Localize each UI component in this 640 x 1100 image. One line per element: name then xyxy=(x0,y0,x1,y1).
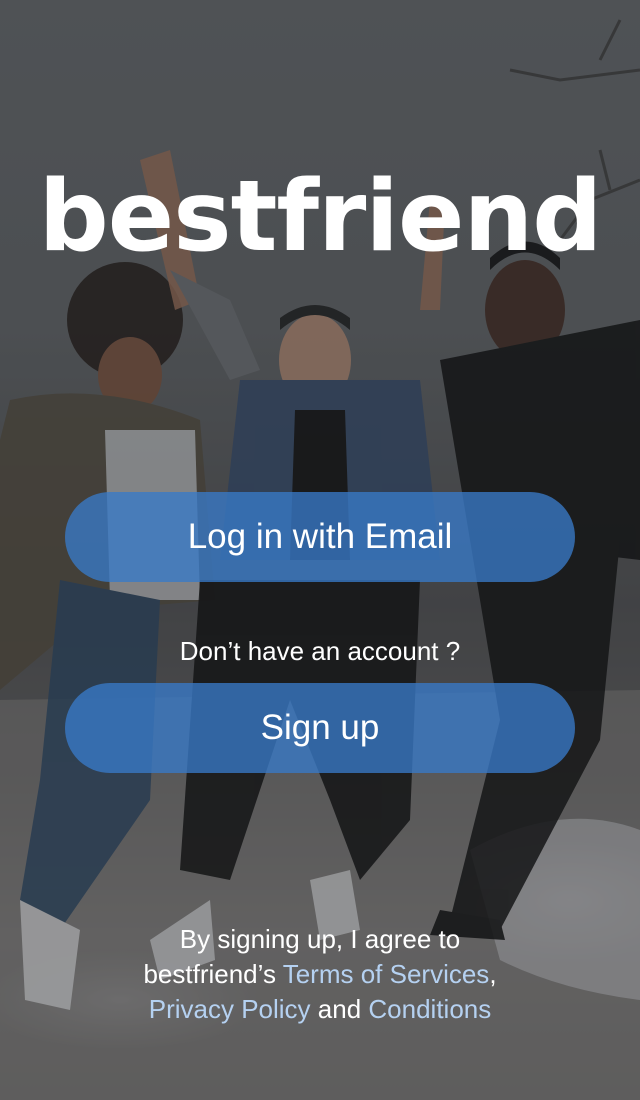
terms-of-services-link[interactable]: Terms of Services xyxy=(283,959,490,989)
legal-and-text: and xyxy=(310,994,369,1024)
app-logo: bestfriend xyxy=(38,160,603,274)
no-account-prompt: Don’t have an account ? xyxy=(179,636,461,666)
legal-notice: By signing up, I agree to bestfriend’s T… xyxy=(120,922,520,1027)
legal-comma: , xyxy=(489,959,497,989)
sign-up-button[interactable]: Sign up xyxy=(65,683,575,773)
privacy-policy-link[interactable]: Privacy Policy xyxy=(149,994,311,1024)
conditions-link[interactable]: Conditions xyxy=(368,994,491,1024)
login-with-email-button[interactable]: Log in with Email xyxy=(65,492,575,582)
